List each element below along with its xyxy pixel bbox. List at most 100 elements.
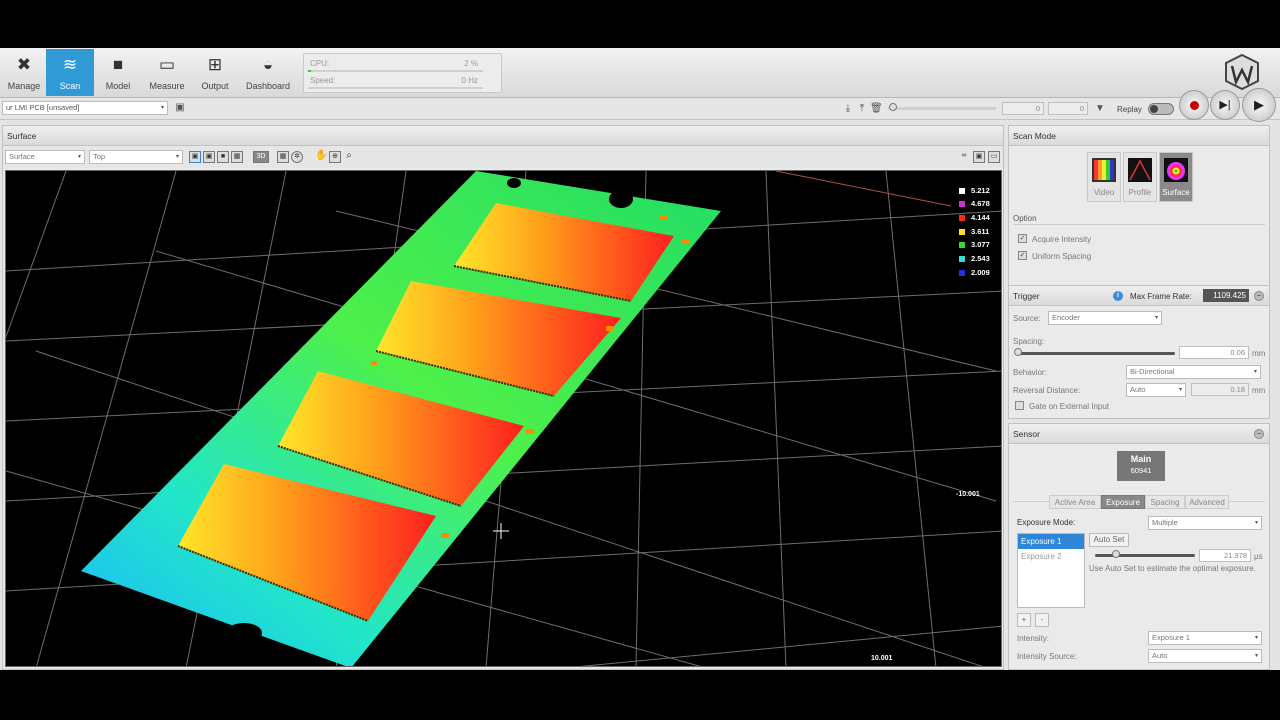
dashboard-label: Dashboard (245, 81, 291, 91)
chevron-down-icon: ▾ (1178, 387, 1182, 393)
view-type-value: Top (93, 152, 106, 161)
dashboard-button[interactable]: ◒ Dashboard (243, 49, 293, 96)
reversal-distance-label: Reversal Distance: (1013, 386, 1081, 395)
uniform-spacing-checkbox[interactable]: ✓ (1018, 251, 1027, 260)
link-icon[interactable]: ∞ (958, 151, 970, 163)
exposure-input[interactable]: 21.978 (1199, 549, 1251, 562)
tab-active-area[interactable]: Active Area (1049, 495, 1101, 509)
view-source-value: Surface (9, 152, 35, 161)
spacing-slider-knob[interactable] (1014, 348, 1022, 356)
list-item[interactable]: Exposure 1 (1018, 534, 1084, 549)
scan-button[interactable]: ≋ Scan (46, 49, 94, 96)
window-icon[interactable]: ▭ (988, 151, 1000, 163)
surface-mode-icon (1164, 158, 1188, 182)
zoom-icon[interactable]: ⌕ (343, 151, 355, 163)
exposure-slider[interactable] (1095, 554, 1195, 557)
tab-spacing[interactable]: Spacing (1145, 495, 1185, 509)
filter-icon[interactable]: ▼ (1094, 103, 1106, 115)
grid-view-icon[interactable]: ▦ (231, 151, 243, 163)
ruler-icon: ▭ (158, 55, 176, 74)
output-button[interactable]: ⊞ Output (191, 49, 239, 96)
chevron-down-icon: ▾ (1253, 369, 1257, 375)
view-source-select[interactable]: Surface ▾ (5, 150, 85, 164)
reversal-distance-input[interactable]: 0.18 (1191, 383, 1249, 396)
sensor-device-name: Main (1130, 454, 1152, 464)
cpu-value: 2 % (464, 59, 478, 68)
snapshot-icon[interactable]: ▣ (973, 151, 985, 163)
legend-value: 4.678 (971, 199, 990, 208)
grayscale-view-icon[interactable]: ■ (217, 151, 229, 163)
system-stats: CPU: 2 % Speed: 0 Hz (303, 53, 502, 93)
info-icon[interactable]: i (1113, 291, 1123, 301)
gate-external-checkbox[interactable] (1015, 401, 1024, 410)
collapse-sensor-icon[interactable]: − (1254, 429, 1264, 439)
heightmap-view-icon[interactable]: ▣ (189, 151, 201, 163)
legend-value: 2.009 (971, 268, 990, 277)
job-selector[interactable]: ur LMI PCB [unsaved] ▾ (2, 101, 168, 115)
exposure-list[interactable]: Exposure 1 Exposure 2 (1017, 533, 1085, 608)
speed-bar (308, 87, 483, 89)
replay-toggle[interactable] (1148, 103, 1174, 115)
video-mode-button[interactable]: Video (1087, 152, 1121, 202)
profile-mode-icon (1128, 158, 1152, 182)
step-button[interactable]: ▶| (1210, 90, 1240, 120)
auto-set-hint: Use Auto Set to estimate the optimal exp… (1089, 564, 1256, 573)
profile-mode-button[interactable]: Profile (1123, 152, 1157, 202)
replay-slider[interactable] (888, 107, 996, 110)
view-type-select[interactable]: Top ▾ (89, 150, 183, 164)
trash-icon[interactable]: 🗑 (870, 103, 883, 115)
color-legend: 5.212 4.678 4.144 3.611 3.077 2.543 2.00… (959, 186, 999, 277)
spacing-slider[interactable] (1017, 352, 1175, 355)
reversal-mode-select[interactable]: Auto ▾ (1126, 383, 1186, 397)
play-button[interactable]: ▶ (1242, 88, 1276, 122)
intensity-source-select[interactable]: Auto ▾ (1148, 649, 1262, 663)
remove-exposure-button[interactable]: - (1035, 613, 1049, 627)
record-button[interactable] (1179, 90, 1209, 120)
gate-external-label: Gate on External Input (1029, 402, 1110, 411)
3d-viewport[interactable]: 5.212 4.678 4.144 3.611 3.077 2.543 2.00… (5, 170, 1002, 667)
source-select[interactable]: Encoder ▾ (1048, 311, 1162, 325)
3d-mode-button[interactable]: 3D (253, 151, 269, 163)
mounting-hole (507, 178, 521, 188)
zoom-region-icon[interactable]: ⊕ (329, 151, 341, 163)
model-button[interactable]: ■ Model (94, 49, 142, 96)
pan-hand-icon[interactable]: ✋ (315, 151, 327, 163)
manage-button[interactable]: ✖ Manage (0, 49, 48, 96)
auto-set-button[interactable]: Auto Set (1089, 533, 1129, 547)
surface-3d-render (6, 171, 1001, 666)
add-exposure-button[interactable]: + (1017, 613, 1031, 627)
behavior-select[interactable]: Bi-Directional ▾ (1126, 365, 1261, 379)
chevron-down-icon: ▾ (1154, 315, 1158, 321)
list-item[interactable]: Exposure 2 (1018, 549, 1084, 564)
intensity-view-icon[interactable]: ▣ (203, 151, 215, 163)
tab-advanced[interactable]: Advanced (1185, 495, 1229, 509)
save-icon[interactable]: ▣ (174, 102, 186, 114)
chevron-down-icon: ▾ (1254, 653, 1258, 659)
collapse-trigger-icon[interactable]: − (1254, 291, 1264, 301)
upload-icon[interactable]: ⤒ (856, 103, 868, 115)
legend-item: 5.212 (959, 186, 999, 197)
replay-slider-knob[interactable] (889, 103, 897, 111)
mesh-icon[interactable]: ▦ (277, 151, 289, 163)
sensor-panel: Sensor − Main 60941 Active Area Exposure… (1008, 423, 1270, 670)
speed-label: Speed: (310, 76, 336, 85)
spacing-input[interactable]: 0.06 (1179, 346, 1249, 359)
frame-total-input[interactable]: 0 (1048, 102, 1088, 115)
measure-button[interactable]: ▭ Measure (143, 49, 191, 96)
axis-y-value: -10.001 (956, 491, 980, 498)
exposure-mode-select[interactable]: Multiple ▾ (1148, 516, 1262, 530)
view-toolbar: Surface ▾ Top ▾ ▣ ▣ ■ ▦ 3D ▦ ✲ ✋ ⊕ ⌕ ∞ ▣… (3, 146, 1003, 168)
exposure-slider-knob[interactable] (1112, 550, 1120, 558)
legend-item: 2.543 (959, 254, 999, 265)
intensity-select[interactable]: Exposure 1 ▾ (1148, 631, 1262, 645)
intensity-label: Intensity: (1017, 634, 1050, 643)
surface-mode-button[interactable]: Surface (1159, 152, 1193, 202)
tab-exposure[interactable]: Exposure (1101, 495, 1145, 509)
download-icon[interactable]: ⤓ (842, 103, 854, 115)
legend-value: 4.144 (971, 213, 990, 222)
sensor-device-button[interactable]: Main 60941 (1117, 451, 1165, 481)
frame-current-input[interactable]: 0 (1002, 102, 1044, 115)
rotate-icon[interactable]: ✲ (291, 151, 303, 163)
max-frame-rate-value: 1109.425 (1203, 289, 1249, 302)
acquire-intensity-checkbox[interactable]: ✓ (1018, 234, 1027, 243)
